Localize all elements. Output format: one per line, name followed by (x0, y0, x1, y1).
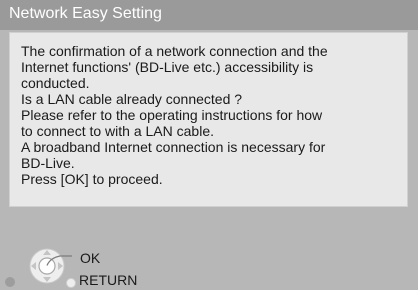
return-hint-label: RETURN (79, 272, 138, 288)
page-title: Network Easy Setting (9, 5, 162, 22)
message-line: Is a LAN cable already connected ? (21, 91, 243, 107)
message-line: conducted. (21, 75, 90, 91)
network-easy-setting-screen: Network Easy Setting The confirmation of… (0, 0, 418, 290)
indicator-dot-icon (5, 277, 15, 287)
message-line: BD-Live. (21, 155, 75, 171)
message-line: The confirmation of a network connection… (21, 43, 328, 59)
title-bar: Network Easy Setting (0, 0, 418, 30)
message-line: Press [OK] to proceed. (21, 171, 163, 187)
message-line: Please refer to the operating instructio… (21, 107, 323, 123)
ok-hint-label: OK (80, 250, 101, 266)
message-line: to connect to with a LAN cable. (21, 123, 214, 139)
message-line: A broadband Internet connection is neces… (21, 139, 326, 155)
return-button-icon (66, 278, 76, 288)
message-line: Internet functions' (BD-Live etc.) acces… (21, 59, 314, 75)
message-box: The confirmation of a network connection… (9, 32, 408, 207)
